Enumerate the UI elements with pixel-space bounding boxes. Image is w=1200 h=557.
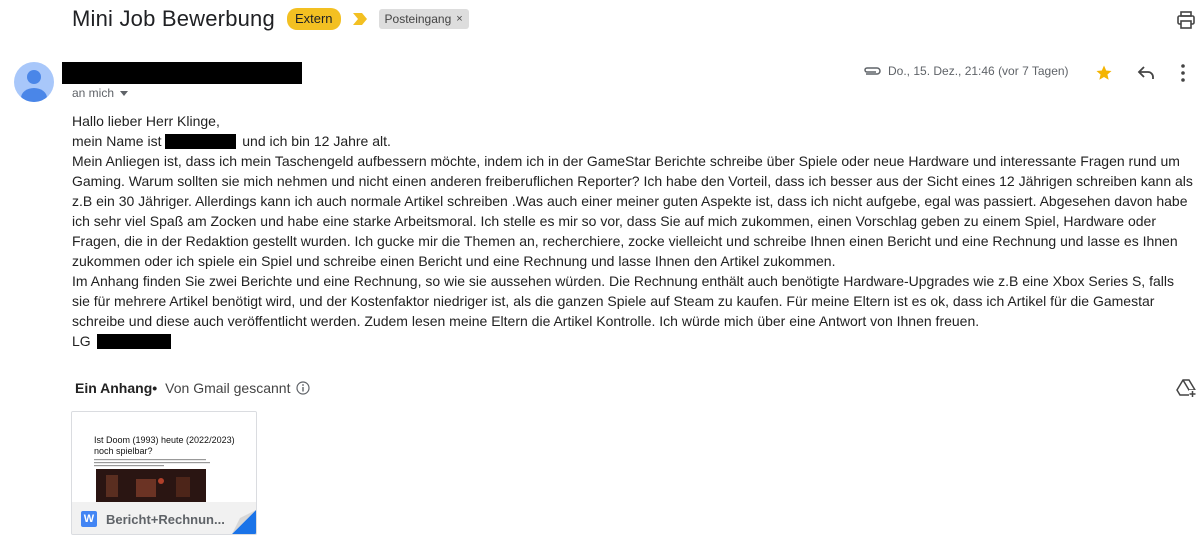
reply-icon[interactable] bbox=[1136, 64, 1156, 82]
scan-status: Von Gmail gescannt bbox=[165, 380, 291, 396]
intro-suffix: und ich bin 12 Jahre alt. bbox=[242, 133, 391, 149]
attachment-filename: Bericht+Rechnun... bbox=[106, 511, 225, 527]
star-icon[interactable] bbox=[1095, 64, 1113, 82]
recipient-text: an mich bbox=[72, 86, 115, 100]
word-doc-icon: W bbox=[81, 511, 97, 527]
email-body: Hallo lieber Herr Klinge, mein Name ist … bbox=[72, 111, 1194, 351]
email-date: Do., 15. Dez., 21:46 (vor 7 Tagen) bbox=[888, 64, 1069, 78]
signoff-line: LG bbox=[72, 331, 1194, 351]
chevron-down-icon bbox=[120, 90, 129, 96]
name-redacted bbox=[165, 133, 237, 149]
greeting: Hallo lieber Herr Klinge, bbox=[72, 113, 220, 129]
preview-text-lines bbox=[94, 459, 210, 467]
intro-prefix: mein Name ist bbox=[72, 133, 162, 149]
extern-badge: Extern bbox=[286, 8, 341, 30]
signoff: LG bbox=[72, 333, 91, 349]
sender-avatar[interactable] bbox=[14, 62, 54, 102]
more-options-icon[interactable] bbox=[1180, 63, 1186, 83]
email-meta: Do., 15. Dez., 21:46 (vor 7 Tagen) bbox=[862, 64, 1069, 78]
add-to-drive-icon[interactable] bbox=[1176, 378, 1196, 398]
intro-line: mein Name ist und ich bin 12 Jahre alt. bbox=[72, 131, 1194, 151]
person-icon bbox=[21, 70, 47, 102]
attachments-header: Ein Anhang • Von Gmail gescannt bbox=[75, 380, 311, 396]
attachment-preview: Ist Doom (1993) heute (2022/2023) noch s… bbox=[72, 412, 256, 502]
importance-marker-icon[interactable] bbox=[352, 13, 367, 25]
attachments-count: Ein Anhang bbox=[75, 380, 153, 396]
subject-row: Mini Job Bewerbung Extern Posteingang × bbox=[72, 4, 469, 34]
print-icon[interactable] bbox=[1176, 10, 1196, 30]
info-icon[interactable] bbox=[296, 381, 311, 395]
game-screenshot-thumbnail bbox=[96, 469, 206, 502]
email-subject: Mini Job Bewerbung bbox=[72, 6, 275, 31]
preview-image bbox=[96, 469, 206, 502]
remove-label-icon[interactable]: × bbox=[456, 11, 462, 27]
body-paragraph-2: Im Anhang finden Sie zwei Berichte und e… bbox=[72, 273, 1174, 329]
signature-redacted bbox=[96, 333, 171, 349]
recipient-details-toggle[interactable]: an mich bbox=[72, 86, 129, 100]
label-chip-inbox[interactable]: Posteingang × bbox=[378, 9, 469, 29]
preview-title: Ist Doom (1993) heute (2022/2023) noch s… bbox=[94, 435, 235, 456]
doc-corner-icon bbox=[232, 510, 256, 534]
attachments-separator: • bbox=[152, 380, 158, 396]
body-paragraph-1: Mein Anliegen ist, dass ich mein Taschen… bbox=[72, 153, 1193, 269]
attachment-footer: W Bericht+Rechnun... bbox=[72, 502, 256, 534]
label-chip-text: Posteingang bbox=[384, 12, 452, 26]
attachment-card[interactable]: Ist Doom (1993) heute (2022/2023) noch s… bbox=[71, 411, 257, 535]
attachment-clip-icon bbox=[864, 67, 881, 75]
sender-name-redacted bbox=[62, 62, 302, 84]
